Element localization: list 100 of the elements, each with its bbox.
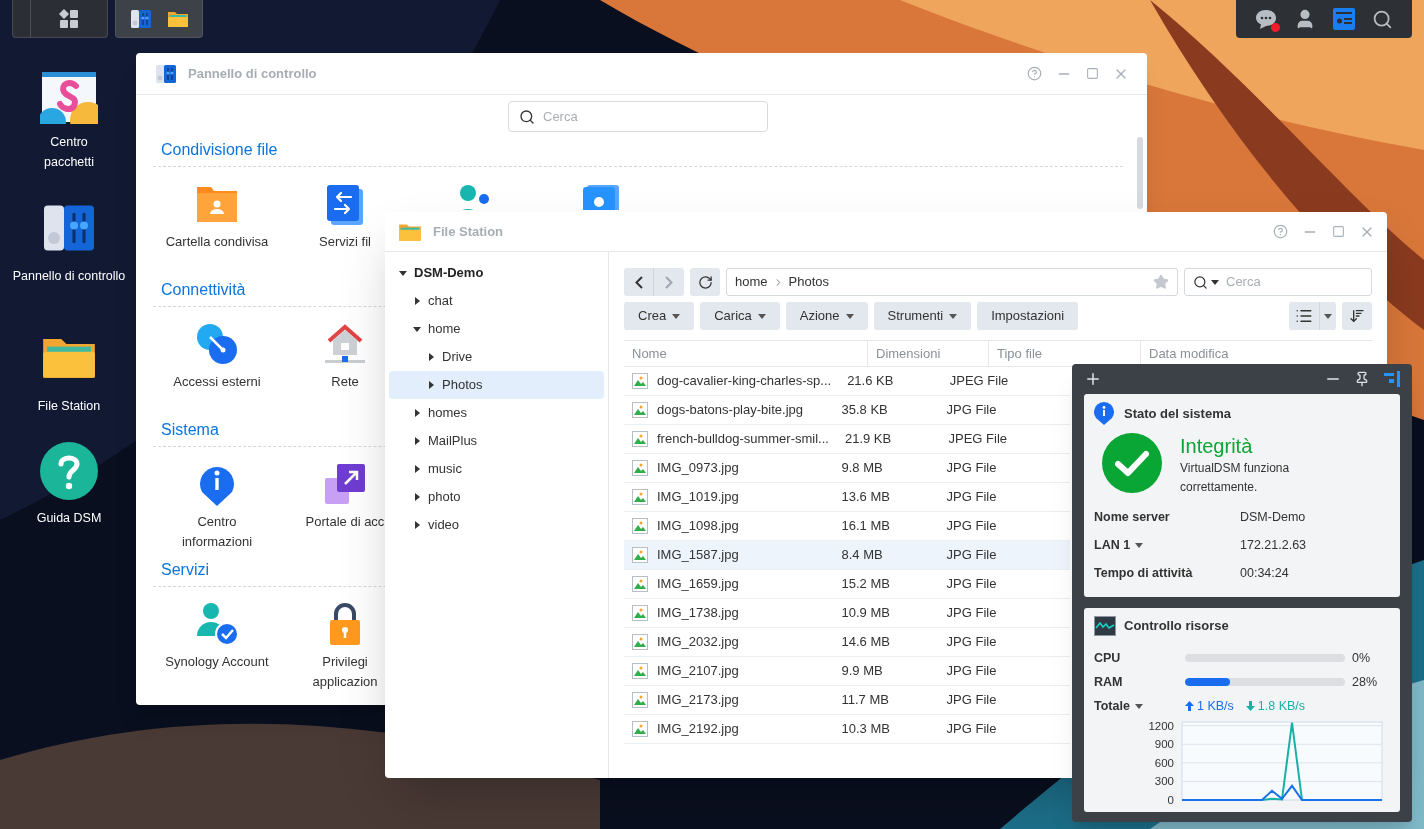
card-title: Controllo risorse: [1124, 617, 1229, 636]
axis-tick-label: 300: [1154, 775, 1174, 788]
file-row[interactable]: IMG_1587.jpg 8.4 MB JPG File: [624, 541, 1070, 570]
settings-item-label[interactable]: Accessi esterni: [173, 372, 261, 392]
file-row[interactable]: IMG_2192.jpg 10.3 MB JPG File: [624, 715, 1070, 744]
tree-item[interactable]: DSM-Demo: [389, 259, 604, 287]
file-size: 11.7 MB: [841, 692, 889, 708]
file-name: IMG_2107.jpg: [657, 662, 739, 681]
toolbar-button[interactable]: Carica: [700, 302, 780, 330]
desktop-shortcut-label[interactable]: File Station: [37, 396, 101, 416]
info-value: 172.21.2.63: [1240, 536, 1307, 554]
placeholder-text: Cerca: [1226, 273, 1262, 292]
tree-item[interactable]: photo: [389, 483, 604, 511]
info-value: 00:34:24: [1240, 564, 1289, 582]
file-row[interactable]: IMG_2107.jpg 9.9 MB JPG File: [624, 657, 1070, 686]
file-name: IMG_1019.jpg: [657, 488, 739, 507]
desktop-shortcut-label[interactable]: Guida DSM: [36, 508, 102, 528]
file-type: JPEG File: [949, 373, 1009, 389]
file-type: JPG File: [946, 605, 997, 621]
settings-item-label[interactable]: Servizi fil: [319, 232, 371, 252]
settings-item-label[interactable]: Rete: [331, 372, 359, 392]
meter-reading: 28%: [1352, 673, 1378, 691]
file-name: IMG_2032.jpg: [657, 633, 739, 652]
settings-item-label[interactable]: Synology Account: [165, 652, 269, 672]
section-heading: Servizi: [161, 561, 209, 578]
info-label: Nome server: [1094, 508, 1170, 526]
file-size: 8.4 MB: [841, 547, 883, 563]
settings-item-label[interactable]: Cartella condivisa: [165, 232, 269, 252]
axis-tick-label: 0: [1167, 794, 1174, 806]
file-name: french-bulldog-summer-smil...: [657, 430, 829, 449]
settings-item-label[interactable]: Portale di acc: [305, 512, 385, 532]
tree-item[interactable]: Drive: [389, 343, 604, 371]
file-name: IMG_2192.jpg: [657, 720, 739, 739]
file-size: 16.1 MB: [841, 518, 890, 534]
breadcrumb-link[interactable]: home: [735, 272, 768, 292]
file-size: 21.6 KB: [847, 373, 894, 389]
file-type: JPG File: [946, 402, 997, 418]
meter-label: CPU: [1094, 649, 1122, 667]
file-row[interactable]: IMG_2173.jpg 11.7 MB JPG File: [624, 686, 1070, 715]
file-row[interactable]: IMG_2032.jpg 14.6 MB JPG File: [624, 628, 1070, 657]
desktop-shortcut-label[interactable]: Pannello di controllo: [12, 266, 126, 286]
tree-item[interactable]: chat: [389, 287, 604, 315]
window-title: Pannello di controllo: [188, 64, 317, 83]
breadcrumb-link[interactable]: Photos: [788, 272, 829, 292]
status-message: VirtualDSM funziona correttamente.: [1180, 460, 1291, 496]
axis-tick-label: 600: [1154, 756, 1174, 769]
toolbar-button[interactable]: Strumenti: [873, 302, 972, 330]
path-bar[interactable]: home Photos: [726, 268, 1178, 296]
file-row[interactable]: dogs-batons-play-bite.jpg 35.8 KB JPG File: [624, 396, 1070, 425]
info-label: Tempo di attività: [1094, 564, 1193, 582]
tree-item[interactable]: MailPlus: [389, 427, 604, 455]
health-status: Integrità: [1180, 434, 1254, 459]
file-size: 13.6 MB: [841, 489, 890, 505]
info-label: LAN 1: [1094, 536, 1131, 554]
file-row[interactable]: IMG_0973.jpg 9.8 MB JPG File: [624, 454, 1070, 483]
file-row[interactable]: dog-cavalier-king-charles-sp... 21.6 KB JPEG File: [624, 367, 1070, 396]
toolbar-button[interactable]: Crea: [624, 302, 695, 330]
toolbar-button[interactable]: Impostazioni: [977, 302, 1079, 330]
file-row[interactable]: IMG_1659.jpg 15.2 MB JPG File: [624, 570, 1070, 599]
file-name: IMG_2173.jpg: [657, 691, 739, 710]
section-heading: Connettività: [161, 281, 246, 298]
toolbar-button[interactable]: Azione: [785, 302, 868, 330]
settings-item-label[interactable]: Privilegi applicazion: [312, 652, 378, 692]
download-rate: 1.8 KB/s: [1257, 697, 1306, 715]
tree-item[interactable]: Photos: [389, 371, 604, 399]
axis-tick-label: 1200: [1148, 719, 1174, 732]
desktop-shortcut-label[interactable]: Centro pacchetti: [44, 132, 94, 172]
file-size: 10.9 MB: [841, 605, 890, 621]
file-name: IMG_1738.jpg: [657, 604, 739, 623]
tree-item[interactable]: home: [389, 315, 604, 343]
file-name: IMG_0973.jpg: [657, 459, 739, 478]
file-row[interactable]: IMG_1738.jpg 10.9 MB JPG File: [624, 599, 1070, 628]
file-type: JPG File: [946, 547, 997, 563]
tree-item[interactable]: music: [389, 455, 604, 483]
tree-item[interactable]: homes: [389, 399, 604, 427]
meter-label: RAM: [1094, 673, 1124, 691]
file-name: dog-cavalier-king-charles-sp...: [657, 372, 832, 391]
file-type: JPG File: [946, 518, 997, 534]
settings-item-label[interactable]: Centro informazioni: [181, 512, 253, 552]
meter-reading: 0%: [1352, 649, 1371, 667]
file-type: JPG File: [946, 576, 997, 592]
file-name: IMG_1587.jpg: [657, 546, 739, 565]
file-row[interactable]: IMG_1019.jpg 13.6 MB JPG File: [624, 483, 1070, 512]
section-heading: Condivisione file: [161, 141, 278, 158]
file-type: JPG File: [946, 460, 997, 476]
axis-tick-label: 900: [1154, 738, 1174, 751]
file-name: IMG_1098.jpg: [657, 517, 739, 536]
file-size: 21.9 KB: [844, 431, 892, 447]
info-value: DSM-Demo: [1240, 508, 1306, 526]
file-size: 15.2 MB: [841, 576, 890, 592]
file-size: 14.6 MB: [841, 634, 890, 650]
file-name: IMG_1659.jpg: [657, 575, 739, 594]
file-type: JPG File: [946, 721, 997, 737]
file-type: JPG File: [946, 692, 997, 708]
file-size: 9.8 MB: [841, 460, 883, 476]
section-heading: Sistema: [161, 421, 219, 438]
file-type: JPG File: [946, 489, 997, 505]
file-row[interactable]: french-bulldog-summer-smil... 21.9 KB JPEG File: [624, 425, 1070, 454]
tree-item[interactable]: video: [389, 511, 604, 539]
placeholder-text: Cerca: [543, 107, 579, 126]
